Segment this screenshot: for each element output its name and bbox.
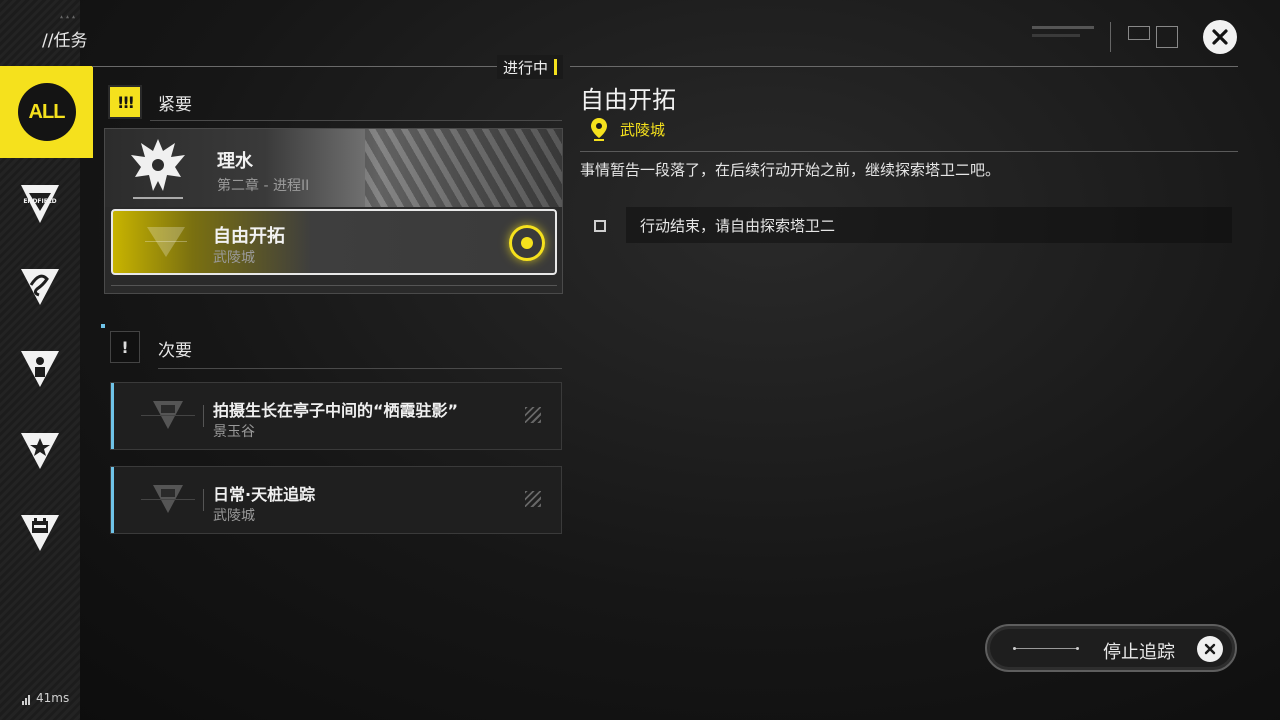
- person-icon: [21, 351, 59, 387]
- quest-subtitle: 景玉谷: [213, 424, 255, 440]
- secondary-icon: !: [110, 331, 140, 363]
- secondary-divider: [158, 368, 562, 369]
- quest-title: 理水: [217, 151, 253, 172]
- header-divider-right: [570, 66, 1238, 67]
- quest-subtitle: 武陵城: [213, 250, 255, 266]
- star-icon: [21, 433, 59, 469]
- status-tag-mark: [554, 59, 558, 75]
- card-separator: [203, 489, 204, 511]
- quest-title: 拍摄生长在亭子中间的“栖霞驻影”: [213, 401, 459, 420]
- signal-icon: [22, 695, 31, 705]
- daily-emblem-icon: [141, 401, 195, 429]
- header-decoration-bar: [1032, 34, 1080, 37]
- quest-title: 日常·天桩追踪: [213, 485, 316, 504]
- location-text: 武陵城: [620, 120, 666, 139]
- header-decoration-box: [1156, 26, 1178, 48]
- quest-description: 事情暂告一段落了，在后续行动开始之前，继续探索塔卫二吧。: [580, 161, 1001, 179]
- hatch-icon: [525, 407, 541, 423]
- page-title: //任务: [42, 31, 88, 51]
- header-decoration-separator: [1110, 22, 1111, 52]
- daily-emblem-icon: [141, 485, 195, 513]
- button-decoration-line: [1013, 647, 1079, 650]
- sidebar-item-all[interactable]: ALL: [0, 66, 93, 158]
- urgent-label: 紧要: [158, 95, 192, 115]
- quest-detail-title: 自由开拓: [580, 86, 676, 114]
- header-decoration-box: [1128, 26, 1150, 40]
- urgent-quest-panel: 理水 第二章 - 进程II 自由开拓 武陵城: [104, 128, 563, 294]
- header-divider-left: [92, 66, 497, 67]
- sidebar-item-person[interactable]: [0, 332, 80, 404]
- calendar-icon: [21, 515, 59, 551]
- status-tag-label: 进行中: [503, 58, 549, 77]
- quest-card-lishui[interactable]: 理水 第二章 - 进程II: [105, 129, 562, 207]
- urgent-icon: !!!: [108, 85, 142, 119]
- stop-tracking-label: 停止追踪: [1103, 642, 1175, 663]
- hatch-icon: [525, 491, 541, 507]
- quest-title: 自由开拓: [213, 226, 285, 247]
- sidebar-item-endfield[interactable]: ENDFIELD: [0, 168, 80, 240]
- close-icon: [1197, 636, 1223, 662]
- swirl-icon: [21, 269, 59, 305]
- quest-location: 武陵城: [590, 117, 665, 141]
- objective-checkbox: [594, 220, 606, 232]
- header-decoration-bar: [1032, 26, 1094, 29]
- ping-value: 41ms: [36, 691, 70, 705]
- quest-card-photo[interactable]: 拍摄生长在亭子中间的“栖霞驻影” 景玉谷: [110, 382, 562, 450]
- secondary-accent-bar: [111, 467, 114, 533]
- svg-text:ENDFIELD: ENDFIELD: [23, 198, 56, 205]
- close-button[interactable]: [1203, 20, 1237, 54]
- secondary-accent-bar: [111, 383, 114, 449]
- tracking-target-icon: [509, 225, 545, 261]
- urgent-divider: [150, 120, 562, 121]
- secondary-label: 次要: [158, 341, 192, 361]
- sidebar-item-swirl[interactable]: [0, 250, 80, 322]
- sidebar-item-star[interactable]: [0, 414, 80, 486]
- header-decoration: ▲ ▲ ▲: [60, 14, 76, 20]
- close-icon: [1212, 29, 1228, 45]
- detail-divider: [580, 151, 1238, 152]
- dragon-emblem-icon: [131, 139, 185, 199]
- quest-art: [365, 129, 562, 207]
- location-pin-icon: [591, 118, 607, 141]
- quest-card-daily[interactable]: 日常·天桩追踪 武陵城: [110, 466, 562, 534]
- all-icon: ALL: [17, 83, 76, 141]
- quest-emblem-icon: [145, 227, 187, 257]
- quest-subtitle: 武陵城: [213, 508, 255, 524]
- sidebar-item-calendar[interactable]: [0, 496, 80, 568]
- stop-tracking-button[interactable]: 停止追踪: [985, 624, 1237, 672]
- network-ping: 41ms: [22, 691, 69, 705]
- corner-marker: [101, 324, 105, 328]
- quest-objective: 行动结束，请自由探索塔卫二: [626, 207, 1232, 243]
- endfield-icon: ENDFIELD: [21, 185, 59, 223]
- urgent-panel-bottom-line: [111, 285, 557, 286]
- status-tag: 进行中: [497, 55, 564, 79]
- card-separator: [203, 405, 204, 427]
- quest-card-freedom[interactable]: 自由开拓 武陵城: [111, 209, 557, 275]
- quest-subtitle: 第二章 - 进程II: [217, 178, 310, 194]
